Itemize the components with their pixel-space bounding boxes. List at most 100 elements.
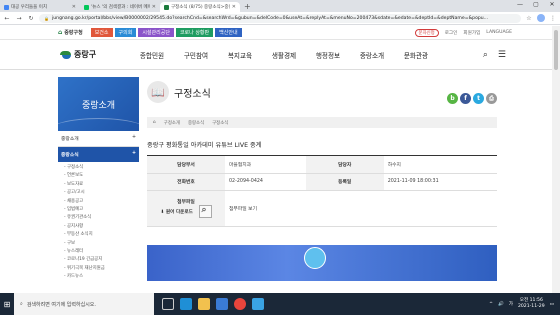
profile-avatar[interactable]: [537, 14, 545, 22]
gnb-item-participation[interactable]: 구민참여: [174, 50, 218, 60]
sidebar-item[interactable]: - 구정소식: [64, 164, 139, 172]
facebook-share-icon[interactable]: f: [460, 93, 471, 104]
sidebar-item[interactable]: - 채용공고: [64, 198, 139, 206]
edge-icon[interactable]: [180, 298, 192, 310]
scrollbar-thumb[interactable]: [554, 30, 558, 70]
sidebar-item[interactable]: - 유권기관소식: [64, 214, 139, 222]
quick-link-health[interactable]: 보건소: [90, 28, 113, 37]
breadcrumb-item[interactable]: 중랑소식: [188, 120, 204, 126]
gnb-item-admin[interactable]: 행정정보: [306, 50, 350, 60]
blog-share-icon[interactable]: b: [447, 93, 458, 104]
dept-label: 담당부서: [147, 156, 225, 174]
post-info-table: 담당부서 마을협치과 담당자 하수지 전화번호 02-2094-0424 등록일…: [147, 156, 497, 227]
browser-tab[interactable]: '뉴스 '의 검색결과 : 네이버 메이 ✕: [80, 2, 160, 12]
close-tab-icon[interactable]: ✕: [72, 4, 76, 10]
sidebar-item[interactable]: - 코로나19 긴급공지: [64, 256, 139, 264]
breadcrumb-item[interactable]: 구정소식: [212, 120, 228, 126]
sidebar-item[interactable]: - 언론보도: [64, 172, 139, 180]
banner-top-strip: [147, 240, 497, 245]
chrome-icon[interactable]: [234, 298, 246, 310]
page-scrollbar[interactable]: [552, 26, 560, 293]
search-icon: ⌕: [20, 301, 23, 307]
twitter-share-icon[interactable]: t: [473, 93, 484, 104]
attachment-value[interactable]: 첨부파일 보기: [225, 190, 497, 227]
gnb-item-civil[interactable]: 종합민원: [130, 50, 174, 60]
close-tab-icon[interactable]: ✕: [152, 4, 156, 10]
breadcrumb-item[interactable]: 구정소개: [164, 120, 180, 126]
sidebar-section-news[interactable]: 중랑소식 +: [58, 147, 139, 162]
gnb-item-economy[interactable]: 생활경제: [262, 50, 306, 60]
logo-mark-icon: [60, 50, 71, 59]
store-icon[interactable]: [216, 298, 228, 310]
more-menu-icon[interactable]: ⋮: [549, 15, 557, 22]
new-tab-button[interactable]: +: [244, 2, 251, 12]
close-tab-icon[interactable]: ✕: [232, 4, 236, 10]
home-link[interactable]: ⌂ 중랑구청: [58, 29, 83, 36]
sidebar-item[interactable]: - 카드뉴스: [64, 273, 139, 281]
maximize-button[interactable]: ▢: [528, 0, 544, 10]
phone-value: 02-2094-0424: [225, 173, 306, 191]
url-field[interactable]: 🔒 jungnang.go.kr/portal/bbs/view/B000000…: [39, 13, 521, 23]
star-icon[interactable]: ☆: [525, 15, 533, 22]
print-icon[interactable]: ⎙: [486, 93, 497, 104]
gnb-item-about[interactable]: 중랑소개: [350, 50, 394, 60]
file-explorer-icon[interactable]: [198, 298, 210, 310]
sidebar-item[interactable]: - 공고/고시: [64, 189, 139, 197]
close-window-button[interactable]: ✕: [544, 0, 560, 10]
quick-link-facilities[interactable]: 시설관리공단: [138, 28, 174, 37]
minimize-button[interactable]: —: [512, 0, 528, 10]
forward-icon[interactable]: →: [15, 15, 23, 22]
back-icon[interactable]: ←: [3, 15, 11, 22]
task-view-icon[interactable]: [162, 298, 174, 310]
clock[interactable]: 오전 11:56 2021-11-29: [518, 298, 545, 310]
notification-icon[interactable]: ▭: [550, 302, 554, 307]
sidebar-item[interactable]: - 보도자료: [64, 181, 139, 189]
sidebar-item[interactable]: - 공지사항: [64, 223, 139, 231]
utility-links: 문자신청 로그인 회원가입 LANGUAGE: [414, 28, 512, 37]
site-logo[interactable]: 중랑구: [60, 49, 122, 60]
emblem-icon: [304, 246, 326, 269]
tab-title: '뉴스 '의 검색결과 : 네이버 메이: [91, 5, 150, 10]
logo-name: 중랑구: [74, 50, 97, 59]
gnb-item-welfare[interactable]: 복지교육: [218, 50, 262, 60]
download-original-button[interactable]: ⬇ 원어 다운로드: [160, 209, 192, 215]
hamburger-menu-icon[interactable]: ☰: [498, 50, 506, 60]
sidebar-section-about[interactable]: 중랑소개 +: [58, 131, 139, 147]
main-navigation: 중랑구 종합민원 구민참여 복지교육 생활경제 행정정보 중랑소개 문화관광 ⌕…: [0, 40, 552, 70]
windows-start-icon[interactable]: ⊞: [0, 293, 14, 315]
post-title: 중랑구 평화통일 아카데미 유튜브 LIVE 중계: [147, 140, 497, 156]
sms-request-link[interactable]: 문자신청: [414, 28, 439, 37]
clock-date: 2021-11-29: [517, 304, 545, 309]
hwp-icon[interactable]: [252, 298, 264, 310]
tab-title: 구정소식 (8/75) 중랑소식>중랑: [171, 5, 230, 10]
ime-indicator[interactable]: 가: [509, 301, 513, 307]
taskbar-search-placeholder: 검색하려면 여기에 입력하십시오.: [26, 301, 96, 308]
sidebar-item[interactable]: - 입법예고: [64, 206, 139, 214]
browser-tab-active[interactable]: 구정소식 (8/75) 중랑소식>중랑 ✕: [160, 2, 240, 12]
share-buttons: b f t ⎙: [447, 93, 497, 104]
post-image-banner: [147, 240, 497, 281]
search-icon[interactable]: ⌕: [483, 50, 488, 60]
system-tray: ^ 🔊 가 오전 11:56 2021-11-29 ▭: [489, 298, 560, 310]
sidebar-item[interactable]: - 뉴스레터: [64, 248, 139, 256]
sidebar-title: 중랑소개: [58, 77, 139, 131]
gnb-item-culture[interactable]: 문화관광: [394, 50, 438, 60]
volume-icon[interactable]: 🔊: [498, 302, 504, 307]
login-link[interactable]: 로그인: [445, 30, 458, 36]
chevron-up-icon[interactable]: ^: [489, 302, 493, 307]
join-link[interactable]: 회원가입: [463, 30, 480, 36]
browser-tab[interactable]: 대공 우리들을 이치 ✕: [0, 2, 80, 12]
reload-icon[interactable]: ↻: [27, 15, 35, 22]
language-select[interactable]: LANGUAGE: [486, 30, 512, 35]
tab-title: 대공 우리들을 이치: [11, 5, 47, 10]
sidebar-item[interactable]: - 위기극복 재난지원금: [64, 265, 139, 273]
sidebar-item[interactable]: - 구보: [64, 240, 139, 248]
sidebar-item[interactable]: - 부동산 소식지: [64, 231, 139, 239]
quick-link-council[interactable]: 구의회: [114, 28, 137, 37]
taskbar-search[interactable]: ⌕ 검색하려면 여기에 입력하십시오.: [14, 293, 154, 315]
quick-link-vaccine[interactable]: 백신안내: [215, 28, 242, 37]
tab-favicon-icon: [164, 4, 169, 10]
preview-zoom-icon[interactable]: [198, 205, 212, 218]
quick-link-covid[interactable]: 코로나 상황판: [175, 28, 214, 37]
breadcrumb-home-icon[interactable]: ⌂: [153, 120, 156, 125]
